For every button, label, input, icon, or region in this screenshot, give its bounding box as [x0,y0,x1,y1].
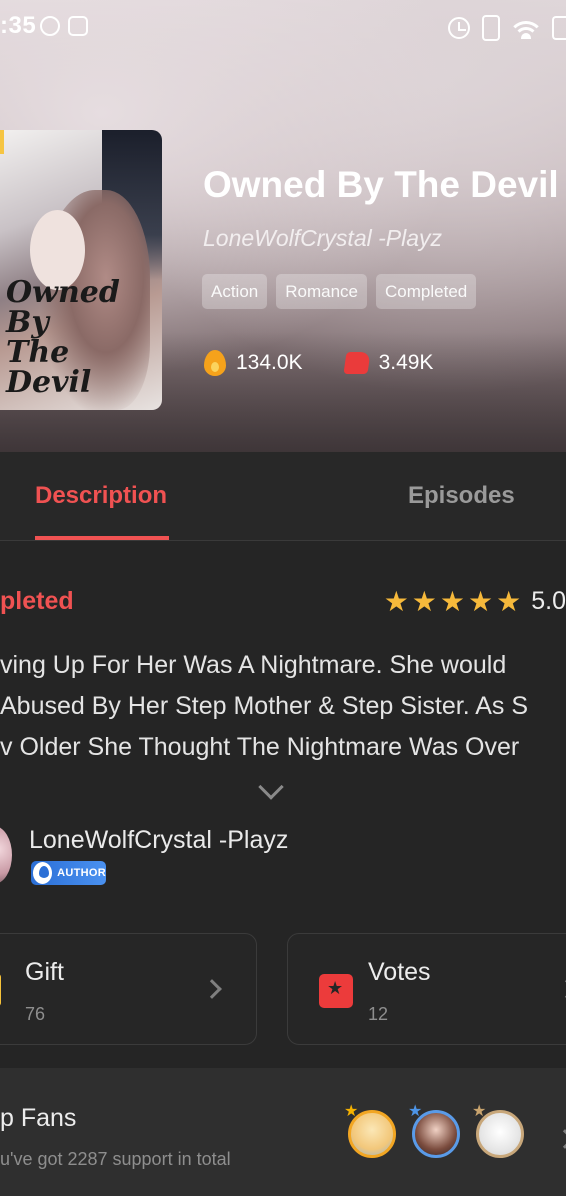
tag-action[interactable]: Action [202,274,268,309]
description-line: Abused By Her Step Mother & Step Sister.… [0,692,529,720]
rating-value: 5.0 [531,587,566,615]
status-bar: :35 [0,0,566,56]
author-badge-icon [33,862,53,884]
star-icon: ★ [383,585,409,617]
gift-count: 76 [25,1004,46,1024]
author-badge-label: AUTHOR [57,867,106,879]
instagram-icon [68,16,88,36]
gift-card[interactable]: Gift 76 [0,933,257,1045]
battery-icon [552,16,566,40]
wifi-icon [512,17,540,39]
votes-count: 12 [368,1004,389,1024]
votes-card[interactable]: Votes 12 [287,933,566,1045]
chevron-down-icon[interactable] [258,774,284,800]
gift-icon [0,974,1,1006]
cover-edge [0,130,4,154]
top-fans-subtitle: u've got 2287 support in total [0,1149,231,1169]
chevron-right-icon [557,979,566,999]
book-header: :35 Owned By The Devil Owned By The Devil L… [0,0,566,452]
star-icon: ★ [439,585,466,617]
book-title: Owned By The Devil [203,164,559,205]
vibrate-icon [482,15,500,41]
chevron-right-icon [555,1129,566,1149]
description-text[interactable]: ving Up For Her Was A Nightmare. She wou… [0,645,566,768]
book-author[interactable]: LoneWolfCrystal -Playz [203,225,442,252]
thumbs-up-icon [343,352,371,374]
whatsapp-icon [40,16,60,36]
author-name[interactable]: LoneWolfCrystal -Playz [29,826,288,855]
top-fans-section[interactable]: p Fans u've got 2287 support in total ★ … [0,1068,566,1196]
system-icons [448,15,566,41]
star-icon: ★ [411,585,437,617]
crown-icon: ★ [472,1103,487,1120]
vote-ticket-icon [319,974,353,1008]
tab-description[interactable]: Description [35,482,167,510]
crown-icon: ★ [344,1103,359,1120]
completion-status: pleted [0,587,74,615]
views-count: 134.0K [236,351,303,374]
book-stats: 134.0K 3.49K [204,350,433,376]
chevron-right-icon [202,979,222,999]
tag-romance[interactable]: Romance [276,274,368,309]
votes-title: Votes [368,958,431,986]
flame-icon [204,350,226,376]
author-badge: AUTHOR [31,861,106,885]
views-stat: 134.0K [204,350,303,376]
author-avatar[interactable] [0,826,12,884]
genre-tags: Action Romance Completed [202,274,477,309]
rating: ★ ★ ★ ★ ★ 5.0 [384,587,566,616]
rating-stars: ★ ★ ★ ★ ★ [383,585,522,617]
gift-title: Gift [25,958,64,986]
book-cover[interactable]: Owned By The Devil [0,130,162,410]
active-tab-indicator [35,536,169,540]
cover-title-art: Owned By The Devil [6,275,120,400]
status-time: :35 [0,12,37,39]
star-icon: ★ [468,585,494,617]
detail-tabs: Description Episodes [0,452,566,541]
alarm-icon [448,17,470,39]
crown-icon: ★ [408,1103,423,1120]
likes-stat: 3.49K [303,351,434,375]
description-line: ving Up For Her Was A Nightmare. She wou… [0,651,507,679]
tab-episodes[interactable]: Episodes [408,482,515,510]
notification-icons [40,16,88,36]
star-icon: ★ [496,585,522,617]
description-line: v Older She Thought The Nightmare Was Ov… [0,733,520,761]
tag-completed[interactable]: Completed [376,274,477,309]
top-fans-title: p Fans [0,1104,77,1132]
likes-count: 3.49K [378,351,434,374]
